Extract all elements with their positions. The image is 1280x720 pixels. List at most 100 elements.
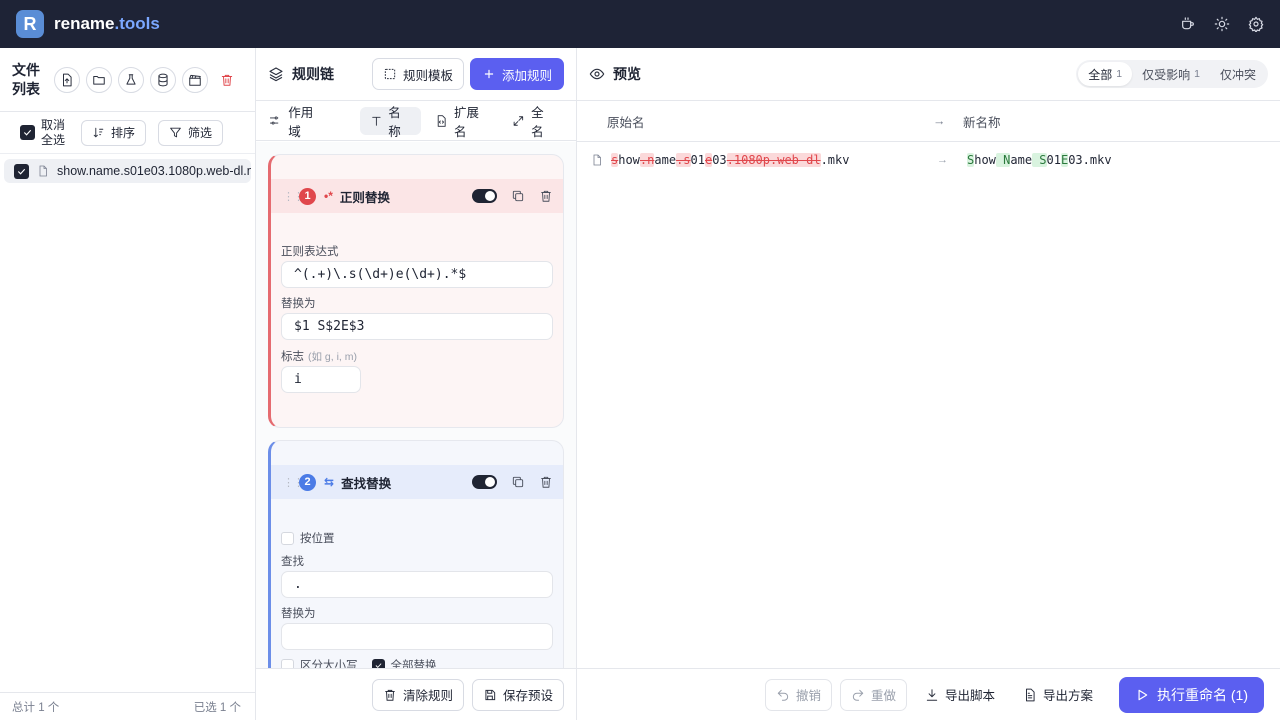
add-file-button[interactable] (54, 66, 80, 93)
file-icon (39, 165, 47, 177)
filter-affected[interactable]: 仅受影响 1 (1132, 62, 1210, 86)
file-checkbox[interactable] (14, 163, 29, 179)
filter-button[interactable]: 筛选 (158, 119, 224, 146)
rule-index-badge: 2 (299, 473, 316, 491)
filter-conflicts[interactable]: 仅冲突 (1210, 62, 1266, 86)
by-position-checkbox[interactable]: 按位置 (281, 530, 335, 546)
regex-input[interactable]: ^(.+)\.s(\d+)e(\d+).*$ (281, 261, 553, 288)
file-code-icon (437, 114, 446, 127)
preview-row: show.name.s01e03.1080p.web-dl.mkv → Show… (577, 142, 1280, 178)
eye-icon (589, 68, 605, 80)
clear-rules-button[interactable]: 清除规则 (371, 678, 464, 711)
scope-option-name[interactable]: 名称 (359, 106, 422, 139)
selected-count: 已选 1 个 (193, 701, 241, 714)
arrow-right-icon: → (933, 114, 946, 128)
export-script-button[interactable]: 导出脚本 (915, 679, 1005, 711)
swap-icon: ⇆ (324, 475, 335, 489)
rule-title: 查找替换 (341, 476, 392, 491)
checkbox-unchecked-icon (281, 531, 294, 545)
flags-label: 标志 (如 g, i, m) (281, 351, 357, 363)
folder-icon (93, 75, 105, 85)
flask-icon (126, 73, 136, 85)
rule-enabled-toggle[interactable] (472, 475, 497, 489)
drag-handle-icon[interactable]: ⋮⋮ (283, 190, 304, 203)
coffee-icon[interactable] (1180, 16, 1196, 32)
replace-input[interactable] (281, 623, 553, 650)
clapperboard-icon (189, 74, 201, 86)
download-icon (926, 688, 938, 701)
trash-icon (385, 689, 395, 701)
replace-input[interactable]: $1 S$2E$3 (281, 313, 553, 340)
undo-icon (777, 689, 789, 701)
save-preset-button[interactable]: 保存预设 (471, 678, 564, 711)
gear-icon[interactable] (1248, 16, 1264, 32)
save-icon (485, 689, 496, 700)
app-name: rename.tools (54, 14, 160, 33)
text-icon (371, 116, 381, 126)
app-logo: R (16, 10, 44, 38)
top-bar: R rename.tools (0, 0, 1280, 48)
rule-card-regex: ⋮⋮ 1 •* 正则替换 正则表达式 ^(.+)\.s(\d+)e(\d+).*… (268, 154, 564, 428)
rule-chain-title: 规则链 (292, 66, 334, 82)
rule-chain-panel: 规则链 规则模板 添加规则 作用域 名称 扩展名 全名 ⋮⋮ 1 •* 正则替换 (256, 48, 577, 720)
checkbox-unchecked-icon (281, 658, 294, 668)
new-name: Show Name S01E03.mkv (967, 153, 1112, 167)
rule-enabled-toggle[interactable] (472, 189, 497, 203)
add-folder-button[interactable] (86, 66, 112, 93)
sun-icon[interactable] (1214, 16, 1230, 32)
add-rule-button[interactable]: 添加规则 (469, 58, 564, 90)
trash-icon[interactable] (539, 189, 553, 203)
dashed-square-icon (384, 68, 396, 80)
filter-all[interactable]: 全部 1 (1078, 62, 1133, 86)
file-list-panel: 文件列表 取消全选 排序 筛选 show.name.s01e03.1080p.w… (0, 48, 256, 720)
replace-label: 替换为 (281, 298, 316, 310)
copy-icon[interactable] (511, 189, 525, 203)
file-text-icon (1025, 688, 1035, 701)
preview-panel: 预览 全部 1 仅受影响 1 仅冲突 原始名 → 新名称 show.name.s01… (577, 48, 1280, 720)
database-button[interactable] (150, 66, 176, 93)
expand-icon (514, 115, 524, 126)
original-name: show.name.s01e03.1080p.web-dl.mkv (611, 153, 850, 167)
play-icon (1138, 689, 1148, 700)
preview-filter: 全部 1 仅受影响 1 仅冲突 (1076, 60, 1268, 88)
undo-button[interactable]: 撤销 (764, 678, 832, 711)
total-count: 总计 1 个 (12, 701, 60, 714)
execute-rename-button[interactable]: 执行重命名 (1) (1119, 676, 1264, 713)
checkbox-checked-icon (20, 125, 35, 140)
checkbox-checked-icon (371, 658, 385, 668)
case-sensitive-checkbox[interactable]: 区分大小写 (281, 657, 358, 668)
file-list-title: 文件列表 (12, 61, 40, 97)
funnel-icon (170, 127, 181, 138)
rule-card-find-replace: ⋮⋮ 2 ⇆ 查找替换 按位置 查找 . 替换为 区分大小写 全部替换 (268, 440, 564, 668)
file-upload-icon (63, 73, 72, 86)
rule-template-button[interactable]: 规则模板 (371, 58, 464, 90)
sliders-icon (270, 116, 279, 125)
arrow-right-icon: → (937, 154, 948, 166)
replace-all-checkbox[interactable]: 全部替换 (371, 657, 437, 668)
scope-option-fullname[interactable]: 全名 (502, 106, 564, 139)
sort-icon (93, 127, 104, 138)
file-list-item[interactable]: show.name.s01e03.1080p.web-dl.mkv (4, 159, 251, 183)
plus-icon (484, 69, 494, 79)
select-all-checkbox[interactable]: 取消全选 (20, 118, 69, 148)
regex-label: 正则表达式 (281, 246, 339, 258)
flags-input[interactable]: i (281, 366, 361, 393)
column-new: 新名称 (963, 115, 1001, 130)
delete-files-button[interactable] (214, 66, 240, 93)
export-plan-button[interactable]: 导出方案 (1013, 679, 1103, 711)
trash-icon[interactable] (539, 475, 553, 489)
file-icon (593, 154, 601, 166)
drag-handle-icon[interactable]: ⋮⋮ (283, 476, 304, 489)
media-button[interactable] (182, 66, 208, 93)
layers-icon (269, 67, 283, 82)
rule-index-badge: 1 (299, 187, 316, 205)
database-icon (158, 73, 168, 86)
scope-option-extension[interactable]: 扩展名 (425, 106, 498, 139)
find-input[interactable]: . (281, 571, 553, 598)
redo-button[interactable]: 重做 (839, 678, 907, 711)
file-name: show.name.s01e03.1080p.web-dl.mkv (57, 164, 251, 178)
copy-icon[interactable] (511, 475, 525, 489)
test-files-button[interactable] (118, 66, 144, 93)
sort-button[interactable]: 排序 (81, 119, 147, 146)
find-label: 查找 (281, 556, 304, 568)
